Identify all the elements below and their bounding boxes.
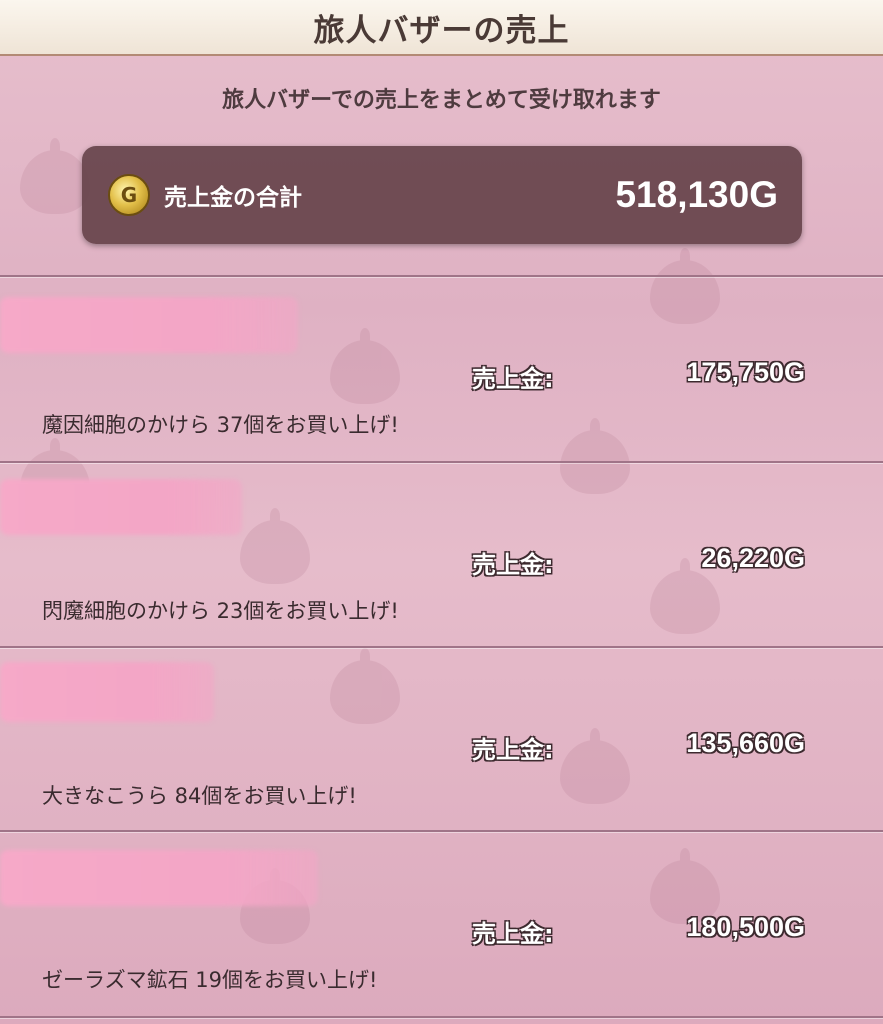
page-subtitle: 旅人バザーでの売上をまとめて受け取れます	[222, 88, 661, 113]
sale-entry: 売上金: 175,750G 魔因細胞のかけら 37個をお買い上げ!	[0, 277, 883, 459]
sale-description: ゼーラズマ鉱石 19個をお買い上げ!	[42, 968, 378, 992]
redacted-buyer-name	[0, 479, 242, 535]
redacted-buyer-name	[0, 662, 214, 722]
total-sales-panel: G 売上金の合計 518,130G	[82, 146, 802, 244]
total-sales-value: 518,130G	[615, 174, 778, 215]
sale-amount-label: 売上金:	[472, 920, 554, 948]
sale-amount-label: 売上金:	[472, 736, 554, 764]
redacted-buyer-name	[0, 297, 298, 353]
row-divider	[0, 1016, 883, 1018]
total-sales-label: 売上金の合計	[164, 185, 302, 211]
sale-description: 魔因細胞のかけら 37個をお買い上げ!	[42, 413, 399, 437]
screen-header: 旅人バザーの売上	[0, 0, 883, 56]
sale-description: 閃魔細胞のかけら 23個をお買い上げ!	[42, 599, 399, 623]
sale-amount-value: 26,220G	[701, 543, 805, 573]
sale-amount-value: 180,500G	[686, 912, 805, 942]
sale-amount-value: 175,750G	[686, 357, 805, 387]
sale-entry: 売上金: 180,500G ゼーラズマ鉱石 19個をお買い上げ!	[0, 832, 883, 1014]
sale-entry: 売上金: 26,220G 閃魔細胞のかけら 23個をお買い上げ!	[0, 463, 883, 645]
page-title: 旅人バザーの売上	[313, 12, 570, 49]
gold-coin-icon: G	[108, 174, 150, 216]
sale-entry: 売上金: 135,660G 大きなこうら 84個をお買い上げ!	[0, 648, 883, 830]
sale-amount-label: 売上金:	[472, 551, 554, 579]
sale-amount-value: 135,660G	[686, 728, 805, 758]
redacted-buyer-name	[0, 850, 318, 906]
sale-description: 大きなこうら 84個をお買い上げ!	[42, 784, 357, 808]
sale-amount-label: 売上金:	[472, 365, 554, 393]
